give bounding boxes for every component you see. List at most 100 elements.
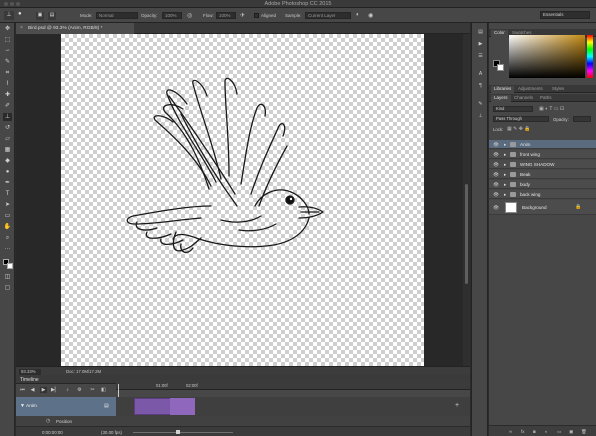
clone-source-icon[interactable]: ▣ [36, 12, 44, 20]
layer-row[interactable]: 👁 ▸ back wing [489, 190, 596, 199]
toggle-panel-icon[interactable]: ▤ [48, 12, 56, 20]
lock-icon[interactable]: 🔒 [575, 204, 581, 210]
tab-styles[interactable]: Styles [549, 86, 567, 93]
mode-select[interactable]: Normal [96, 12, 138, 19]
type-tool-icon[interactable]: T [3, 190, 12, 198]
pressure-opacity-icon[interactable]: ◎ [187, 12, 192, 19]
document-canvas[interactable] [61, 34, 424, 366]
background-layer-row[interactable]: 👁 Background 🔒 [489, 200, 596, 215]
new-group-icon[interactable]: ▭ [557, 429, 561, 435]
clone-source-panel-icon[interactable]: ⊥ [476, 113, 485, 121]
eyedropper-tool-icon[interactable]: ⌇ [3, 80, 12, 88]
quick-mask-icon[interactable]: ◫ [3, 273, 12, 281]
visibility-eye-icon[interactable]: 👁 [493, 142, 499, 148]
tab-color[interactable]: Color [491, 30, 508, 37]
delete-layer-icon[interactable]: 🗑 [581, 429, 587, 435]
healing-tool-icon[interactable]: ✚ [3, 91, 12, 99]
blend-mode-select[interactable]: Pass Through [493, 116, 549, 122]
track-header[interactable]: ▼ Anim ▤ [16, 397, 116, 416]
link-layers-icon[interactable]: ∞ [509, 429, 512, 434]
panel-background-swatch[interactable] [497, 64, 504, 71]
path-select-tool-icon[interactable]: ➤ [3, 201, 12, 209]
eraser-tool-icon[interactable]: ▱ [3, 135, 12, 143]
background-color-swatch[interactable] [7, 263, 13, 269]
settings-icon[interactable]: ⚙ [76, 387, 83, 393]
layer-filter-select[interactable]: Kind [493, 106, 533, 112]
quick-select-tool-icon[interactable]: ✎ [3, 58, 12, 66]
timeline-zoom-slider[interactable] [133, 432, 233, 433]
add-mask-icon[interactable]: ◙ [533, 429, 536, 434]
airbrush-icon[interactable]: ✈ [240, 12, 245, 19]
expand-group-icon[interactable]: ▸ [504, 162, 506, 168]
visibility-eye-icon[interactable]: 👁 [493, 205, 499, 211]
hand-tool-icon[interactable]: ✋ [3, 223, 12, 231]
move-tool-icon[interactable]: ✥ [3, 25, 12, 33]
timeline-ruler[interactable]: 01:00f 02:00f [116, 380, 470, 390]
ignore-adjustment-icon[interactable]: ◐ [356, 12, 360, 18]
transition-icon[interactable]: ◧ [100, 387, 107, 393]
adjustment-layer-icon[interactable]: ◐ [545, 429, 548, 434]
expand-group-icon[interactable]: ▸ [504, 172, 506, 178]
timeline-zoom-knob[interactable] [176, 430, 180, 434]
history-brush-tool-icon[interactable]: ↺ [3, 124, 12, 132]
blur-tool-icon[interactable]: ◆ [3, 157, 12, 165]
layer-row[interactable]: 👁 ▸ body [489, 180, 596, 189]
play-icon[interactable]: ▶ [40, 387, 47, 393]
timeline-clip-tail[interactable] [170, 398, 195, 415]
more-tools-icon[interactable]: ··· [3, 245, 12, 253]
history-panel-icon[interactable]: ▤ [476, 29, 485, 37]
screen-mode-icon[interactable]: ▢ [3, 284, 12, 292]
zoom-tool-icon[interactable]: ⌕ [3, 234, 12, 242]
visibility-eye-icon[interactable]: 👁 [493, 152, 499, 158]
visibility-eye-icon[interactable]: 👁 [493, 172, 499, 178]
color-picker-field[interactable] [509, 35, 585, 78]
document-tab[interactable]: × Bird.psd @ 93.3% (Anim, RGB/8) * [16, 23, 134, 34]
tab-adjustments[interactable]: Adjustments [515, 86, 546, 93]
crop-tool-icon[interactable]: ⌗ [3, 69, 12, 77]
layer-row[interactable]: 👁 ▸ Anim [489, 140, 596, 149]
pen-tool-icon[interactable]: ✒ [3, 179, 12, 187]
tool-preset-icon[interactable]: ⊥ [4, 11, 14, 20]
close-tab-icon[interactable]: × [20, 25, 23, 31]
document-info[interactable]: Doc: 17.0M/17.2M [66, 369, 101, 374]
tab-channels[interactable]: Channels [511, 95, 536, 102]
tab-paths[interactable]: Paths [537, 95, 555, 102]
shape-tool-icon[interactable]: ▭ [3, 212, 12, 220]
brush-panel-icon[interactable]: ✎ [476, 101, 485, 109]
lasso-tool-icon[interactable]: ∽ [3, 47, 12, 55]
tab-libraries[interactable]: Libraries [491, 86, 515, 93]
film-icon[interactable]: ▤ [104, 403, 109, 409]
character-panel-icon[interactable]: A [476, 71, 485, 79]
first-frame-icon[interactable]: ⏮ [19, 387, 26, 393]
gradient-tool-icon[interactable]: ▦ [3, 146, 12, 154]
hue-slider[interactable] [587, 35, 593, 78]
opacity-input[interactable]: 100% [162, 12, 182, 19]
next-frame-icon[interactable]: ▶▏ [51, 387, 59, 393]
properties-panel-icon[interactable]: ☰ [476, 53, 485, 61]
aligned-checkbox[interactable] [254, 13, 259, 18]
new-layer-icon[interactable]: ▣ [569, 429, 573, 435]
fx-icon[interactable]: fx [521, 429, 525, 434]
layer-row[interactable]: 👁 ▸ WING SHADOW [489, 160, 596, 169]
audio-icon[interactable]: ♪ [64, 387, 71, 393]
sample-select[interactable]: Current Layer [305, 12, 351, 19]
flow-input[interactable]: 100% [216, 12, 236, 19]
visibility-eye-icon[interactable]: 👁 [493, 182, 499, 188]
marquee-tool-icon[interactable]: ⬚ [3, 36, 12, 44]
dodge-tool-icon[interactable]: ● [3, 168, 12, 176]
brush-preset-icon[interactable]: ● [18, 11, 27, 20]
expand-group-icon[interactable]: ▸ [504, 142, 506, 148]
prev-frame-icon[interactable]: ◀ [29, 387, 36, 393]
stopwatch-icon[interactable]: ◷ [46, 418, 50, 424]
scrollbar-thumb[interactable] [465, 184, 468, 284]
lock-icons[interactable]: ▦ ✎ ✥ 🔒 [507, 126, 531, 132]
layer-row[interactable]: 👁 ▸ front wing [489, 150, 596, 159]
clone-stamp-tool-icon[interactable]: ⊥ [3, 113, 12, 121]
split-icon[interactable]: ✂ [89, 387, 96, 393]
actions-panel-icon[interactable]: ▶ [476, 41, 485, 49]
expand-group-icon[interactable]: ▸ [504, 192, 506, 198]
paragraph-panel-icon[interactable]: ¶ [476, 83, 485, 91]
layer-opacity-input[interactable] [573, 116, 591, 122]
workspace-select[interactable]: Essentials [540, 11, 590, 19]
add-media-icon[interactable]: + [455, 402, 459, 409]
